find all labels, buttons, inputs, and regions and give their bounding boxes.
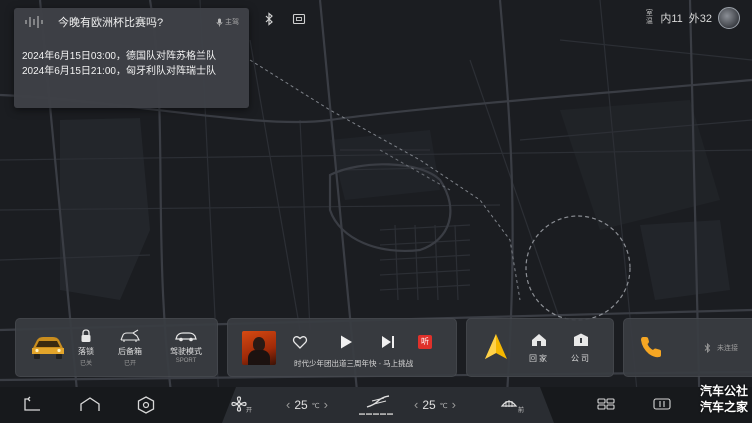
outside-temperature: 外32 <box>688 13 712 25</box>
phone-icon[interactable] <box>638 334 664 360</box>
company-building-icon <box>574 333 588 346</box>
seat-heat-icon[interactable] <box>596 396 616 412</box>
answer-line: 2024年6月15日21:00，匈牙利队对阵瑞士队 <box>22 66 216 77</box>
right-temp-decrease[interactable]: ‹ <box>414 397 418 412</box>
right-temp-increase[interactable]: › <box>452 397 456 412</box>
play-icon[interactable] <box>338 334 354 350</box>
apps-hexagon-icon[interactable] <box>136 396 156 414</box>
nav-home-button[interactable]: 回家 <box>529 333 549 364</box>
right-temperature-control[interactable]: ‹ 25 ℃ › <box>414 397 456 412</box>
trunk-label: 后备箱 <box>118 347 142 356</box>
left-temp-unit: ℃ <box>311 403 320 410</box>
home-dock-icon[interactable] <box>79 396 101 414</box>
voice-answer: 2024年6月15日03:00，德国队对阵苏格兰队 2024年6月15日21:0… <box>14 36 249 79</box>
right-temperature-value: 25 <box>422 397 436 412</box>
phone-card[interactable]: 未连接 <box>623 318 752 377</box>
media-card[interactable]: 听 时代少年团出道三周年快 - 马上挑战 <box>227 318 457 377</box>
defrost-label: 前 <box>518 408 525 414</box>
left-temperature-value: 25 <box>294 397 308 412</box>
voice-question: 今晚有欧洲杯比赛吗? <box>58 17 164 29</box>
track-info: 时代少年团出道三周年快 - 马上挑战 <box>294 358 413 369</box>
lock-status: 已关 <box>79 361 92 367</box>
fan-icon[interactable] <box>231 396 247 412</box>
back-icon[interactable] <box>23 396 43 414</box>
car-icon[interactable] <box>30 333 66 361</box>
seat-level-indicator: ▬▬▬▬▬ <box>359 411 394 417</box>
rear-window-icon[interactable] <box>652 396 672 412</box>
bluetooth-connection-status: 未连接 <box>704 343 738 353</box>
lock-label: 落锁 <box>78 347 94 356</box>
watermark: 汽车公社 汽车之家 <box>700 383 748 415</box>
drive-mode-control[interactable]: 驾驶模式 SPORT <box>170 329 202 364</box>
microphone-icon <box>216 18 223 26</box>
status-bar-right: 室 温 内11 外32 <box>644 7 740 29</box>
fan-status-label: 开 <box>246 408 253 414</box>
left-temp-decrease[interactable]: ‹ <box>286 397 290 412</box>
track-source: 马上挑战 <box>383 359 414 368</box>
home-icon <box>532 334 546 346</box>
vehicle-control-card[interactable]: 落锁 已关 后备箱 已开 驾驶模式 SPORT <box>15 318 218 377</box>
track-title: 时代少年团出道三周年快 <box>294 359 377 368</box>
nav-home-label: 回家 <box>529 354 549 363</box>
voice-assistant-card[interactable]: 今晚有欧洲杯比赛吗? 主驾 2024年6月15日03:00，德国队对阵苏格兰队 … <box>14 8 249 108</box>
drive-mode-label: 驾驶模式 <box>170 347 202 356</box>
temp-caption-bottom: 温 <box>645 18 653 25</box>
front-defrost-icon[interactable] <box>500 396 518 410</box>
bluetooth-status-text: 未连接 <box>717 345 738 352</box>
nav-company-label: 公司 <box>571 354 591 363</box>
navigation-arrow-icon[interactable] <box>483 333 509 361</box>
trunk-control[interactable]: 后备箱 已开 <box>118 329 142 367</box>
screen-icon <box>292 13 306 25</box>
album-cover[interactable] <box>242 331 276 365</box>
nav-company-button[interactable]: 公司 <box>571 333 591 364</box>
bluetooth-small-icon <box>704 343 711 353</box>
voice-question-row: 今晚有欧洲杯比赛吗? 主驾 <box>14 8 249 36</box>
answer-line: 2024年6月15日03:00，德国队对阵苏格兰队 <box>22 51 216 62</box>
voice-seat-indicator: 主驾 <box>216 17 239 27</box>
drive-mode-status: SPORT <box>175 358 197 364</box>
lock-icon <box>81 329 91 342</box>
voice-wave-icon <box>25 16 43 28</box>
watermark-line2: 汽车之家 <box>699 400 748 414</box>
lock-control[interactable]: 落锁 已关 <box>78 329 94 367</box>
temperature-caption: 室 温 <box>644 10 654 26</box>
navigation-card[interactable]: 回家 公司 <box>466 318 614 377</box>
seat-label: 主驾 <box>225 19 239 26</box>
favorite-heart-icon[interactable] <box>292 334 308 350</box>
user-avatar[interactable] <box>718 7 740 29</box>
right-temp-unit: ℃ <box>439 403 448 410</box>
trunk-status: 已开 <box>123 361 136 367</box>
left-temperature-control[interactable]: ‹ 25 ℃ › <box>286 397 328 412</box>
seat-climate-icon[interactable] <box>364 393 392 411</box>
listen-app-badge[interactable]: 听 <box>418 335 432 349</box>
trunk-icon <box>120 329 140 342</box>
watermark-line1: 汽车公社 <box>699 384 748 398</box>
temp-caption-top: 室 <box>645 10 653 17</box>
car-side-icon <box>175 332 197 342</box>
left-temp-increase[interactable]: › <box>324 397 328 412</box>
bluetooth-icon <box>265 12 273 26</box>
inside-temperature: 内11 <box>660 13 683 25</box>
next-track-icon[interactable] <box>380 334 396 350</box>
